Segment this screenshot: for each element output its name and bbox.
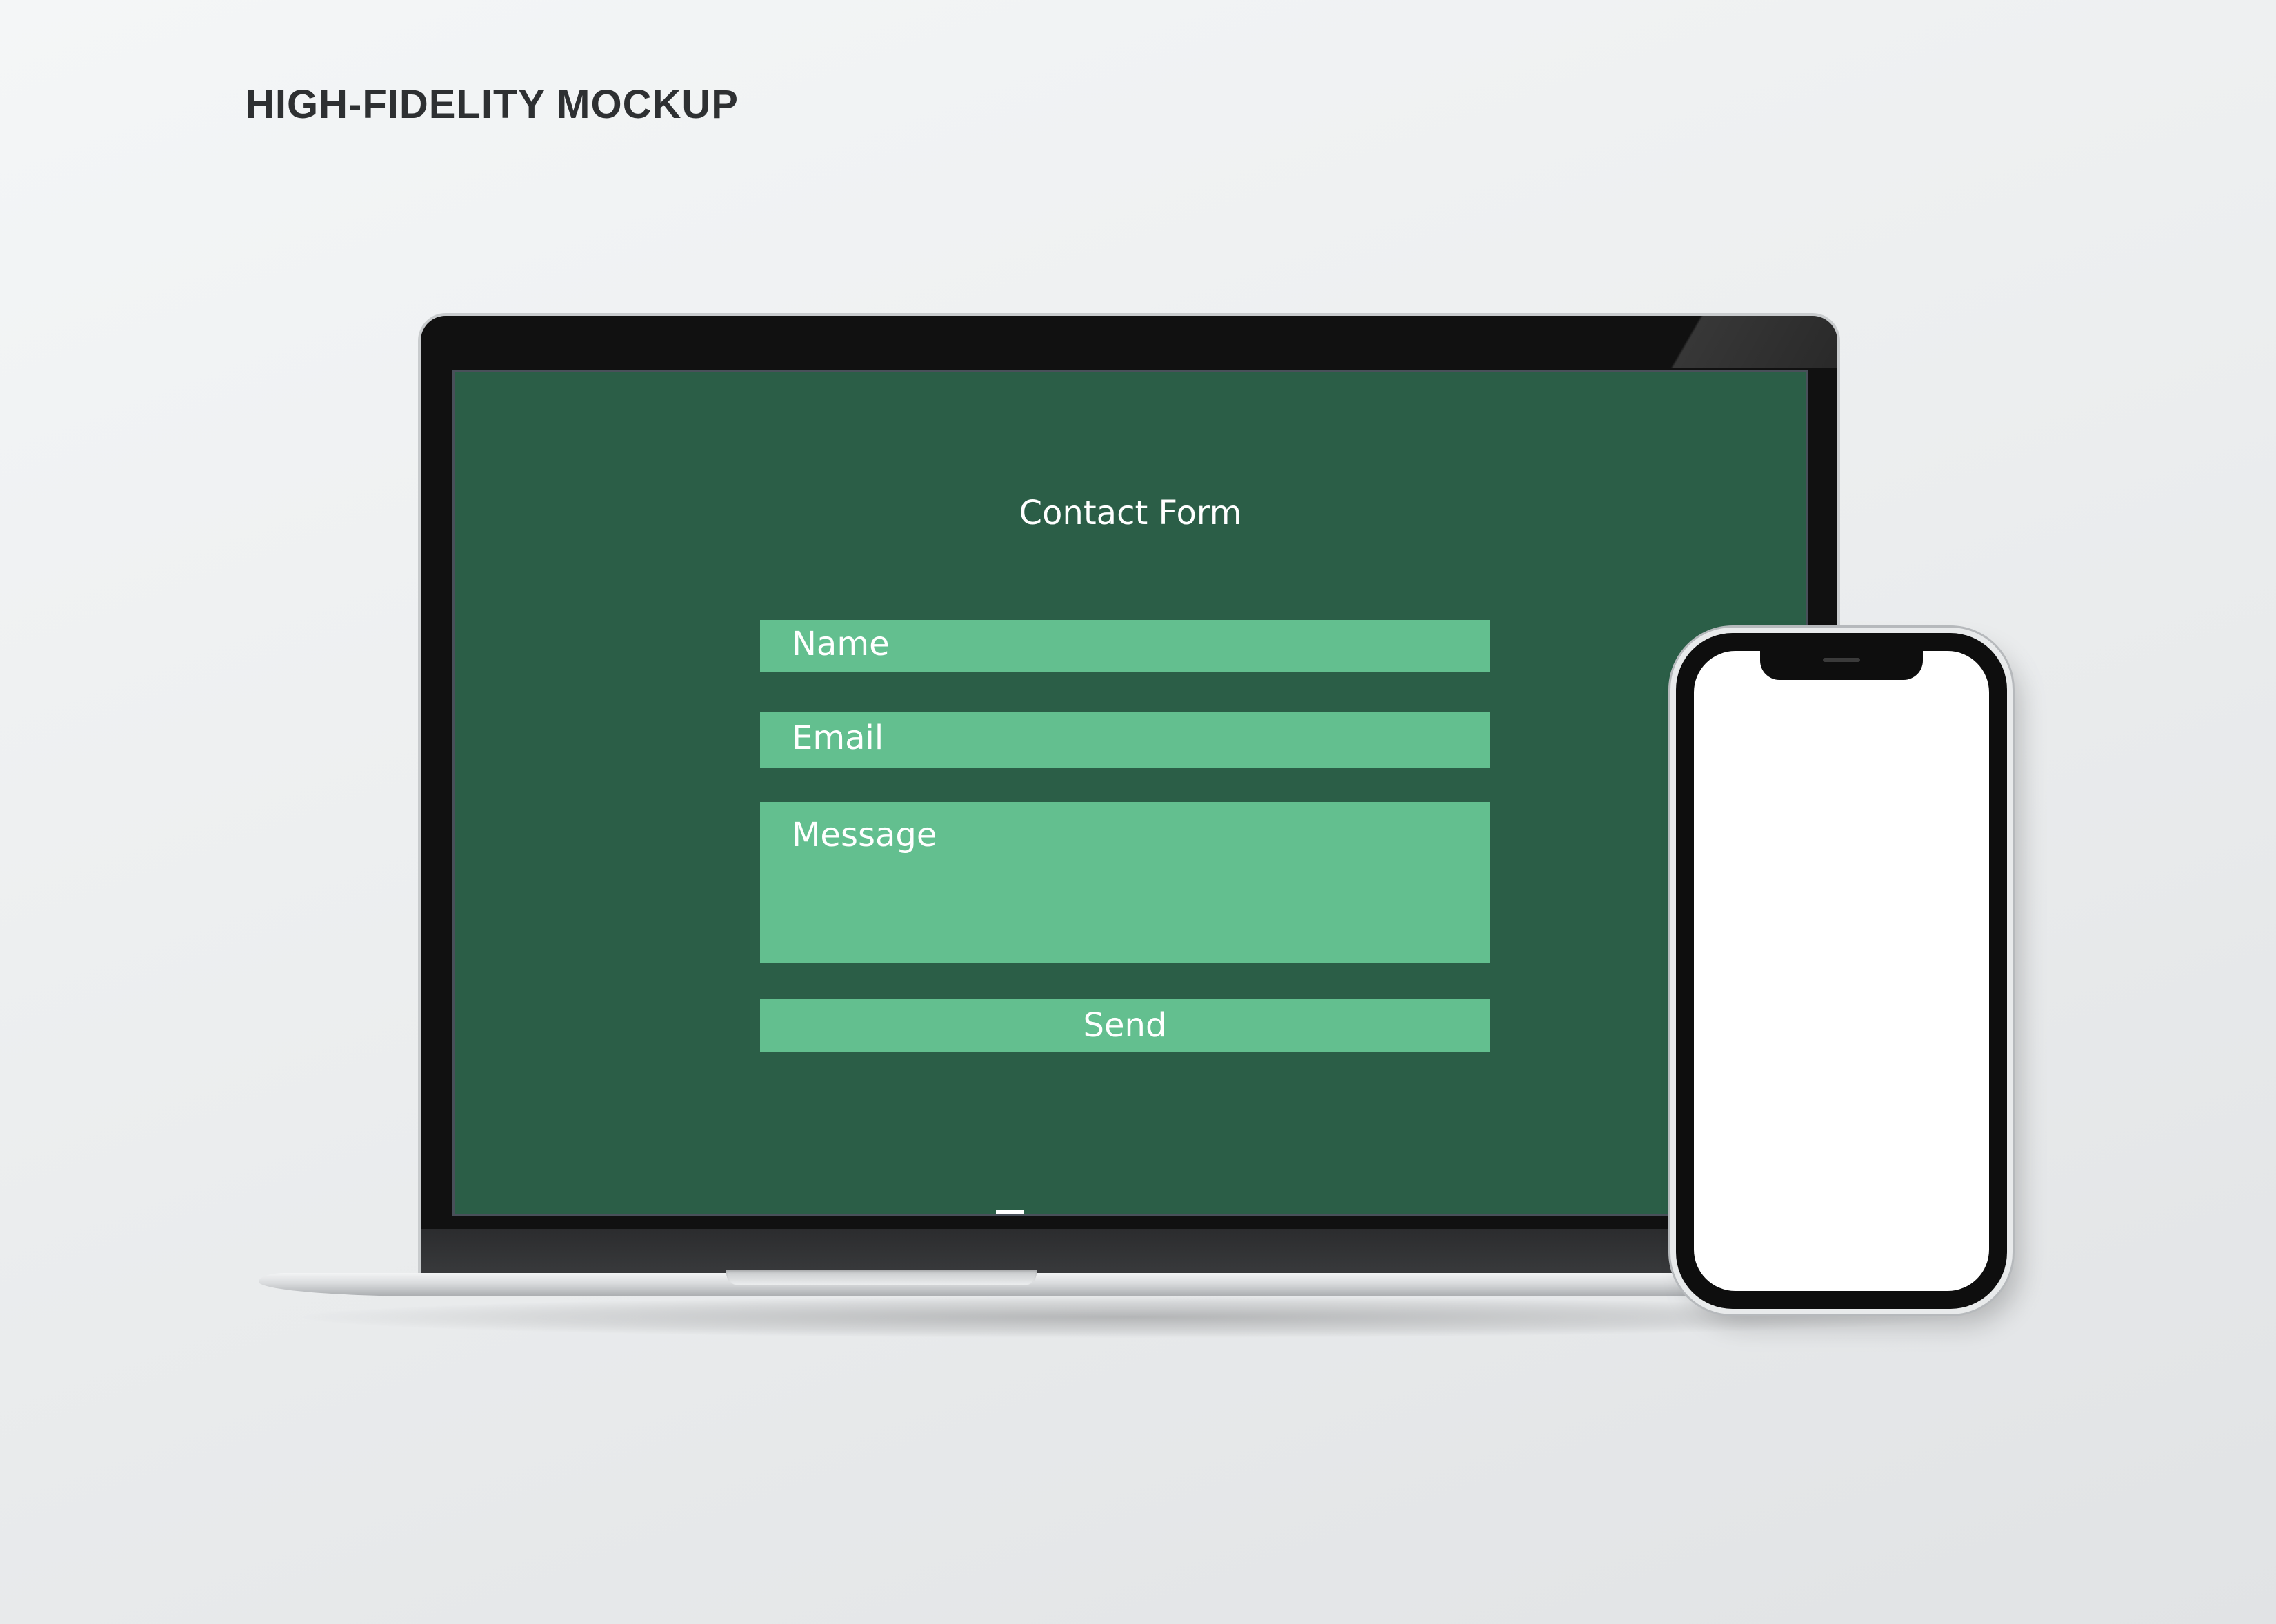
lid-bezel [421, 1229, 1837, 1279]
screen-marker [996, 1210, 1024, 1214]
phone-notch [1760, 651, 1923, 680]
email-field[interactable]: Email [760, 712, 1490, 768]
message-field[interactable]: Message [760, 802, 1490, 963]
phone [1676, 633, 2007, 1309]
phone-screen [1694, 651, 1989, 1291]
laptop-hinge [726, 1270, 1037, 1285]
page-title: HIGH-FIDELITY MOCKUP [246, 82, 739, 127]
laptop: Contact Form Name Email Message Send [421, 316, 1837, 1279]
name-field[interactable]: Name [760, 620, 1490, 672]
lid-glare [1589, 316, 1837, 368]
phone-speaker-icon [1823, 658, 1860, 662]
contact-form-title: Contact Form [1019, 494, 1242, 532]
laptop-screen: Contact Form Name Email Message Send [452, 370, 1808, 1216]
send-button[interactable]: Send [760, 999, 1490, 1052]
